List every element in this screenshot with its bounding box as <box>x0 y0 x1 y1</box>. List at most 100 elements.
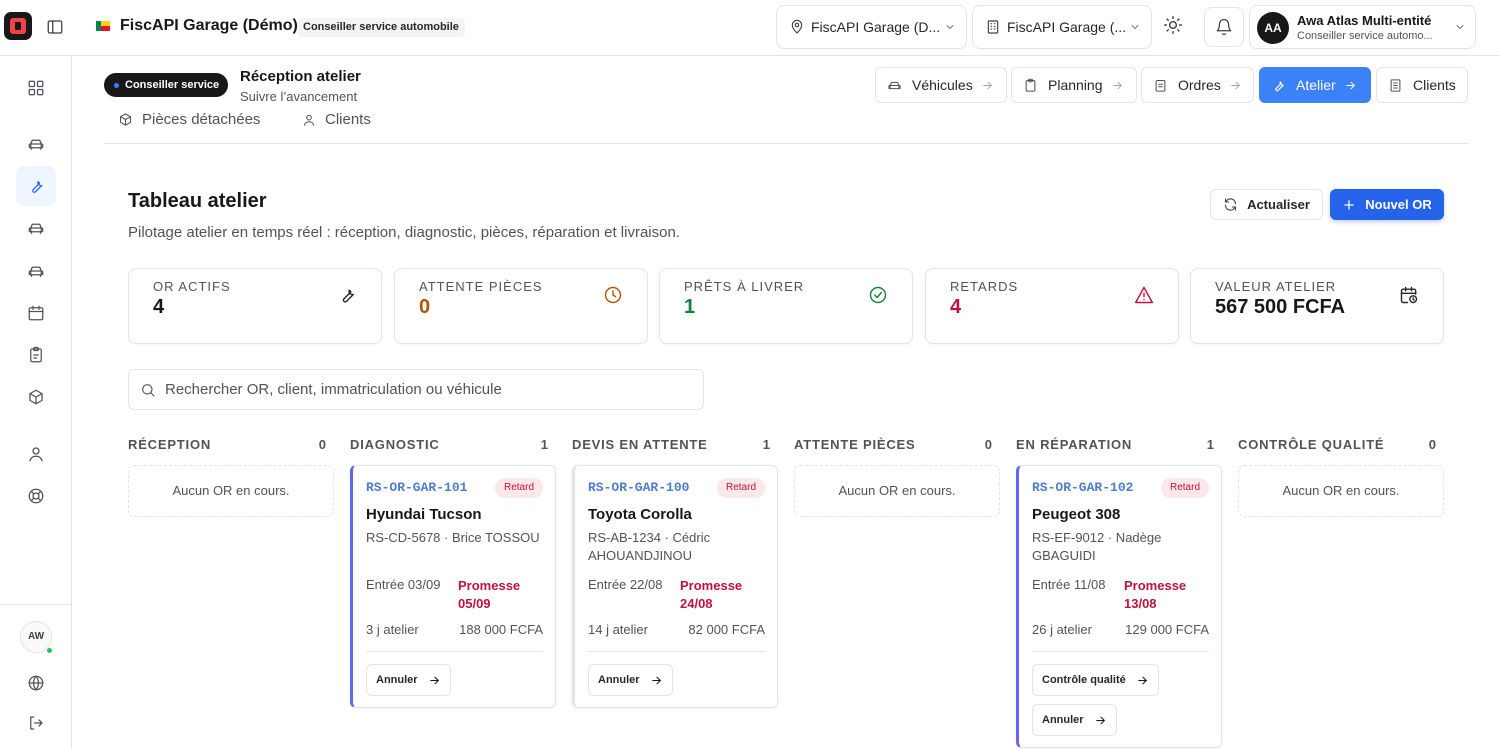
rail-parts[interactable] <box>16 377 56 417</box>
action-label: Contrôle qualité <box>1042 674 1126 686</box>
role-badge: Conseiller service automobile <box>297 18 465 37</box>
cancel-button[interactable]: Annuler <box>1032 704 1117 736</box>
chevron-down-icon <box>1454 21 1466 33</box>
rail-support[interactable] <box>16 476 56 516</box>
entry-date: Entrée 11/08 <box>1032 577 1106 592</box>
rail-car-2[interactable] <box>16 208 56 248</box>
column-title: Réception <box>128 437 212 452</box>
column-title: Devis en attente <box>572 437 708 452</box>
country-flag-icon <box>96 21 110 31</box>
rail-planning[interactable] <box>16 293 56 333</box>
bell-icon <box>1215 18 1233 36</box>
section-title: Réception atelier <box>240 68 361 85</box>
section-divider <box>104 143 1468 144</box>
nav-tab-clients[interactable]: Clients <box>1376 67 1468 103</box>
board-subtitle: Pilotage atelier en temps réel : récepti… <box>128 224 680 241</box>
action-label: Annuler <box>376 674 418 686</box>
search-icon <box>140 382 156 398</box>
kpi-label: Prêts à livrer <box>684 279 805 294</box>
column-count: 1 <box>540 437 548 452</box>
rail-language[interactable] <box>16 663 56 703</box>
rail-car-3[interactable] <box>16 251 56 291</box>
subtab-clients[interactable]: Clients <box>302 111 371 128</box>
quality-control-button[interactable]: Contrôle qualité <box>1032 664 1159 696</box>
car-icon <box>27 219 45 237</box>
column-header-en-reparation: En réparation 1 <box>1016 437 1222 452</box>
arrow-right-icon <box>650 674 663 687</box>
new-or-button[interactable]: Nouvel OR <box>1330 189 1444 220</box>
column-header-devis: Devis en attente 1 <box>572 437 778 452</box>
promise-date: Promesse 24/08 <box>680 578 743 611</box>
rail-vehicles[interactable] <box>16 124 56 164</box>
user-icon <box>27 445 45 463</box>
nav-tab-ordres[interactable]: Ordres <box>1141 67 1254 103</box>
arrow-right-icon <box>1136 674 1149 687</box>
column-count: 0 <box>1428 437 1436 452</box>
theme-toggle-sun-icon[interactable] <box>1163 15 1183 35</box>
sidebar-toggle-icon[interactable] <box>46 18 64 36</box>
car-icon <box>27 135 45 153</box>
user-name: Awa Atlas Multi-entité <box>1297 13 1432 28</box>
column-count: 0 <box>318 437 326 452</box>
top-bar: FiscAPI Garage (Démo) Conseiller service… <box>0 0 1500 56</box>
clipboard-icon <box>1023 78 1038 93</box>
or-card[interactable]: RS-OR-GAR-102 Retard Peugeot 308 RS-EF-9… <box>1016 465 1222 748</box>
rail-logout[interactable] <box>16 703 56 743</box>
or-reference[interactable]: RS-OR-GAR-100 <box>588 480 689 495</box>
arrow-right-icon <box>981 79 994 92</box>
rail-workshop[interactable] <box>16 166 56 206</box>
lifebuoy-icon <box>27 487 45 505</box>
entry-date: Entrée 22/08 <box>588 577 663 592</box>
user-avatar: AA <box>1257 12 1289 44</box>
chevron-down-icon <box>1129 21 1141 33</box>
column-title: En réparation <box>1016 437 1133 452</box>
user-menu[interactable]: AA Awa Atlas Multi-entité Conseiller ser… <box>1249 5 1476 49</box>
notifications-button[interactable] <box>1204 7 1244 47</box>
cancel-button[interactable]: Annuler <box>366 664 451 696</box>
column-count: 1 <box>1206 437 1214 452</box>
or-card[interactable]: RS-OR-GAR-101 Retard Hyundai Tucson RS-C… <box>350 465 556 708</box>
rail-orders[interactable] <box>16 335 56 375</box>
chevron-down-icon <box>944 21 956 33</box>
column-empty-state: Aucun OR en cours. <box>1238 465 1444 517</box>
nav-tab-atelier[interactable]: Atelier <box>1259 67 1371 103</box>
app-title: FiscAPI Garage (Démo) <box>120 17 298 34</box>
nav-tab-label: Ordres <box>1178 77 1221 93</box>
subtab-pieces[interactable]: Pièces détachées <box>118 111 260 128</box>
cancel-button[interactable]: Annuler <box>588 664 673 696</box>
column-header-diagnostic: Diagnostic 1 <box>350 437 556 452</box>
nav-tab-vehicules[interactable]: Véhicules <box>875 67 1007 103</box>
clock-icon <box>603 285 623 305</box>
status-badge: Retard <box>494 478 543 498</box>
column-empty-state: Aucun OR en cours. <box>794 465 1000 517</box>
action-label: Annuler <box>1042 714 1084 726</box>
subtab-label: Clients <box>325 111 371 128</box>
building-icon <box>1388 78 1403 93</box>
section-subtitle: Suivre l’avancement <box>240 89 358 104</box>
refresh-button[interactable]: Actualiser <box>1210 189 1323 220</box>
check-circle-icon <box>868 285 888 305</box>
alert-triangle-icon <box>1134 285 1154 305</box>
status-badge: Retard <box>1160 478 1209 498</box>
car-icon <box>887 78 902 93</box>
wrench-icon <box>337 285 357 305</box>
logout-icon <box>27 714 45 732</box>
nav-tab-planning[interactable]: Planning <box>1011 67 1137 103</box>
or-reference[interactable]: RS-OR-GAR-101 <box>366 480 467 495</box>
location-select[interactable]: FiscAPI Garage (D... <box>776 5 967 49</box>
rail-clients[interactable] <box>16 434 56 474</box>
promise-date: Promesse 13/08 <box>1124 578 1187 611</box>
or-card[interactable]: RS-OR-GAR-100 Retard Toyota Corolla RS-A… <box>572 465 778 708</box>
plus-icon <box>1342 198 1356 212</box>
search-input[interactable] <box>165 370 695 409</box>
kpi-label: Valeur atelier <box>1215 279 1337 294</box>
company-select[interactable]: FiscAPI Garage (... <box>972 5 1152 49</box>
rail-dashboard[interactable] <box>16 68 56 108</box>
order-amount: 188 000 FCFA <box>459 622 543 637</box>
plate-and-client: RS-EF-9012 · Nadège GBAGUIDI <box>1032 530 1162 563</box>
clipboard-icon <box>27 346 45 364</box>
app-logo-icon[interactable] <box>4 12 32 40</box>
column-title: Attente pièces <box>794 437 916 452</box>
order-amount: 82 000 FCFA <box>688 622 765 637</box>
or-reference[interactable]: RS-OR-GAR-102 <box>1032 480 1133 495</box>
